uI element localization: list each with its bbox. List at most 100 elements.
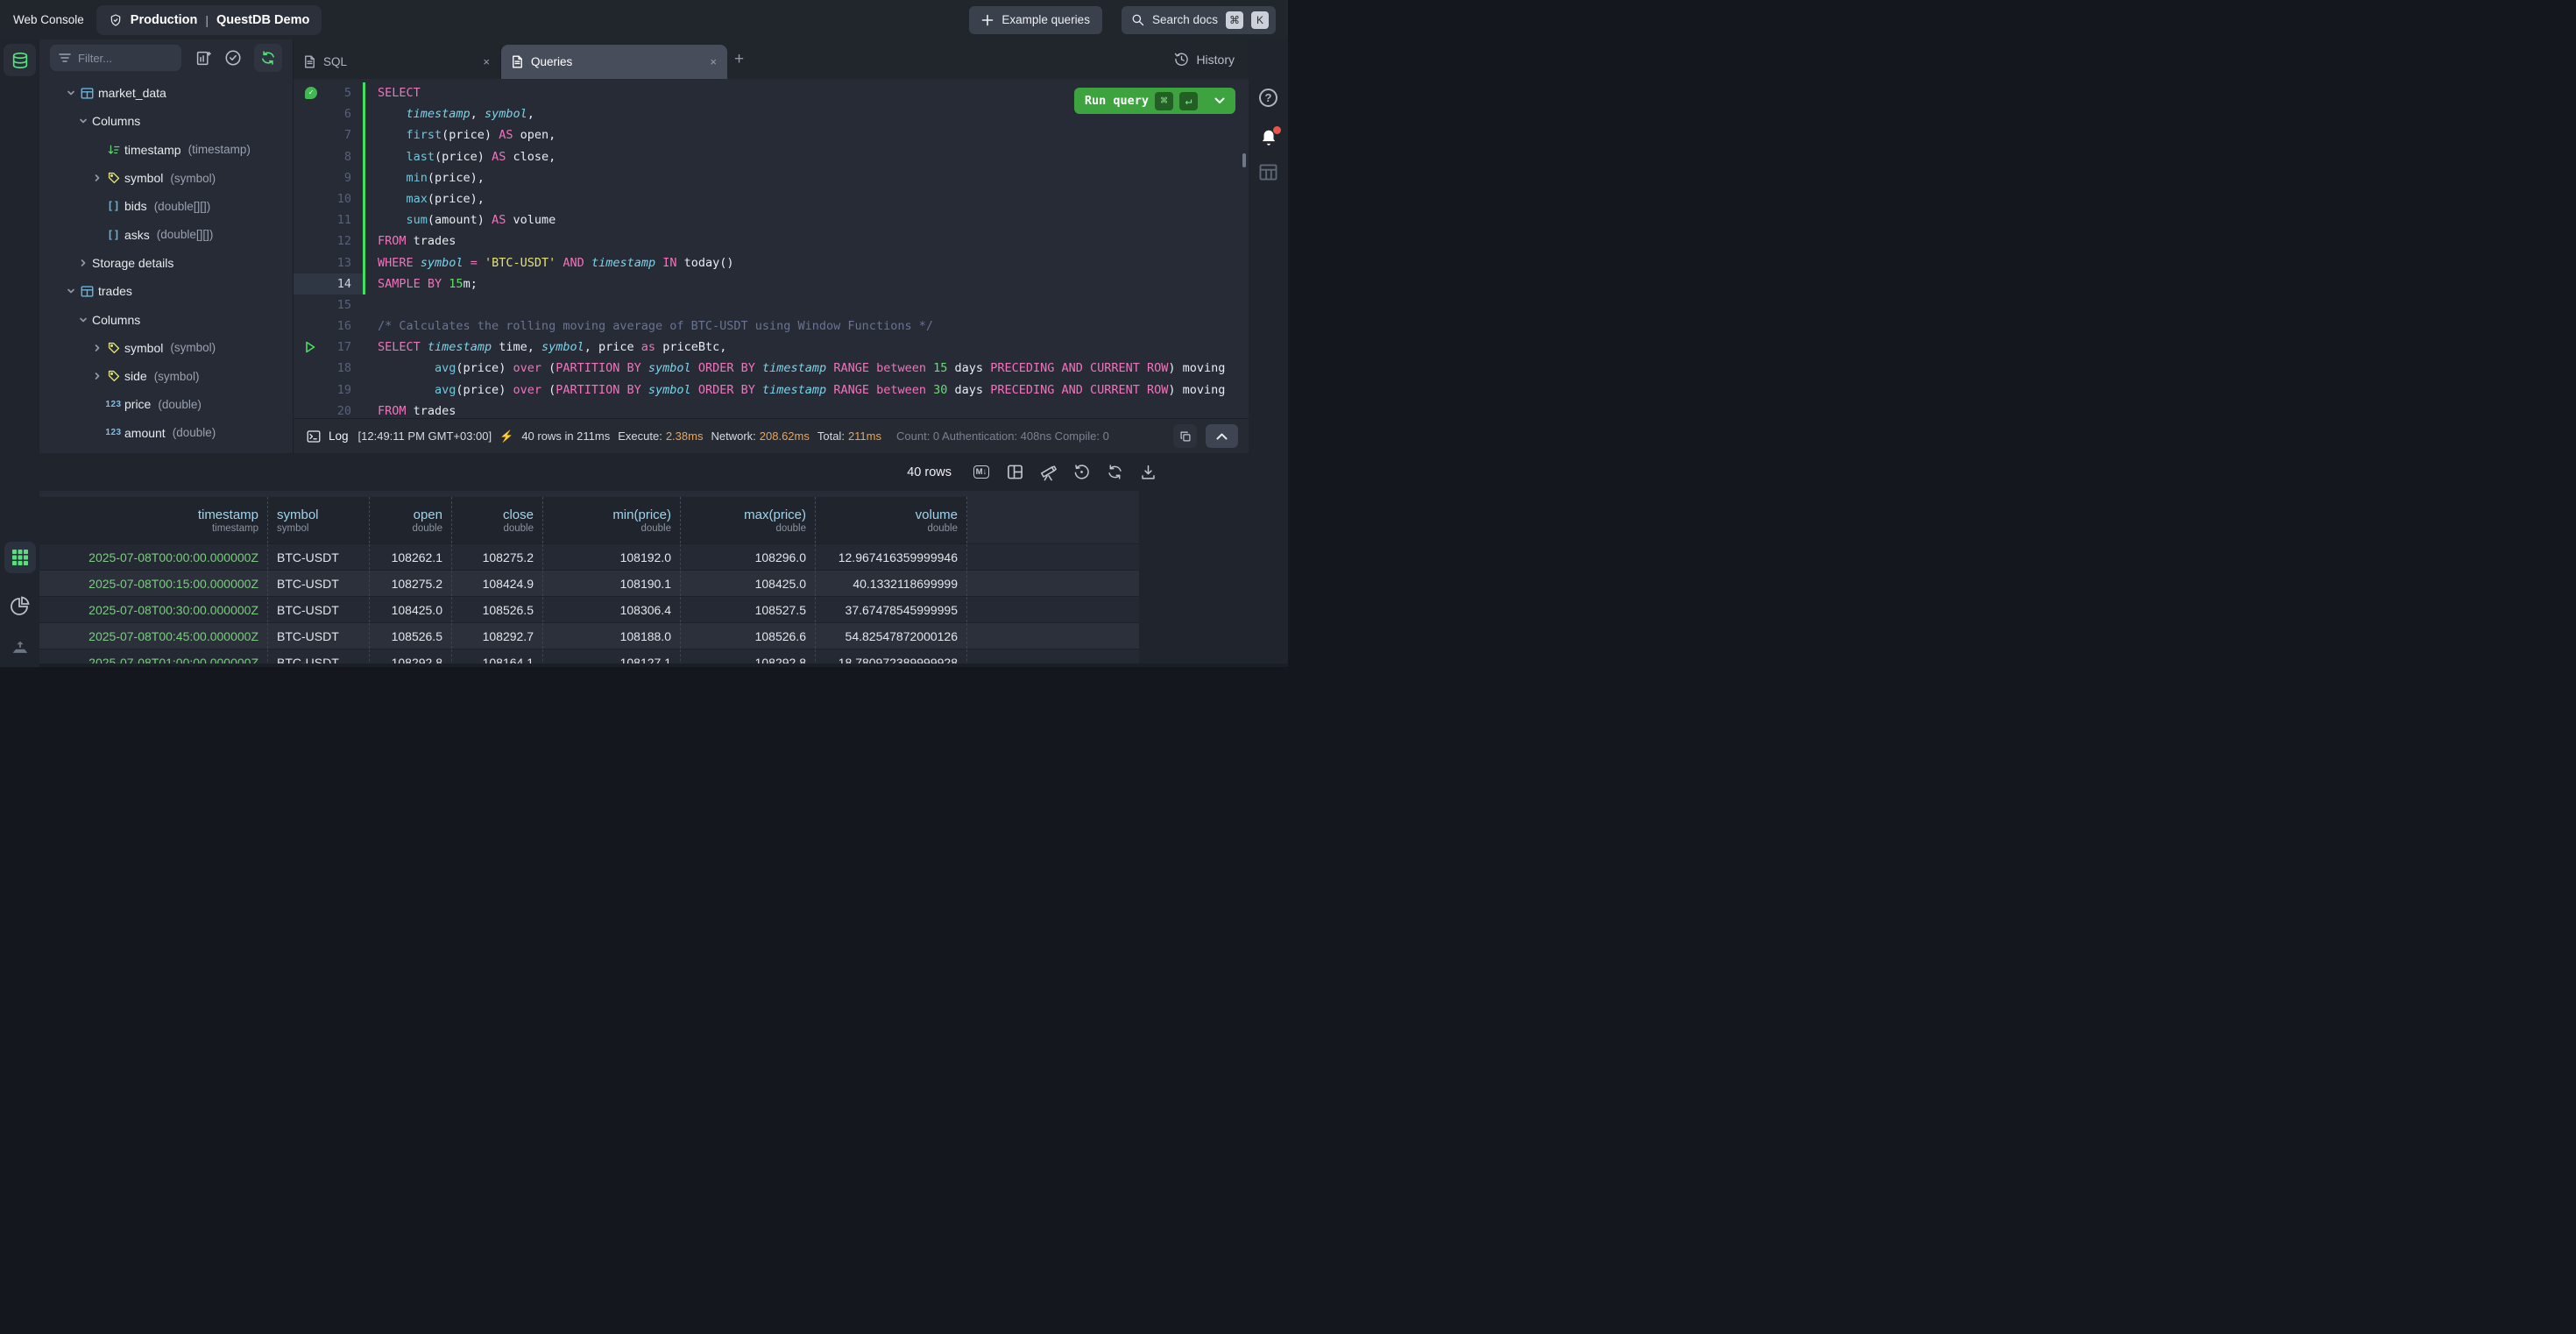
cell-timestamp[interactable]: 2025-07-08T01:00:00.000000Z [39,649,268,663]
refresh-schema-button[interactable] [254,44,282,72]
code-line-11[interactable]: 11 sum(amount) AS volume [294,209,1249,231]
cell-timestamp[interactable]: 2025-07-08T00:45:00.000000Z [39,623,268,649]
cell-close[interactable]: 108424.9 [452,571,543,596]
cell-symbol[interactable]: BTC-USDT [268,649,370,663]
column-header-volume[interactable]: volumedouble [816,497,967,543]
tree-item-amount[interactable]: 123amount(double) [39,419,293,447]
tree-item-trades[interactable]: trades [39,277,293,305]
chevron-down-icon[interactable] [76,117,90,125]
refresh-results-button[interactable] [1104,462,1125,483]
notifications-button[interactable] [1249,128,1288,147]
cell-symbol[interactable]: BTC-USDT [268,571,370,596]
chevron-down-icon[interactable] [64,287,78,295]
cell-volume[interactable]: 18.780972389999928 [816,649,967,663]
cell-volume[interactable]: 40.1332118699999 [816,571,967,596]
import-button[interactable] [0,637,39,656]
column-header-symbol[interactable]: symbolsymbol [268,497,370,543]
cell-open[interactable]: 108425.0 [370,597,452,622]
chevron-right-icon[interactable] [76,259,90,267]
column-header-close[interactable]: closedouble [452,497,543,543]
layout-panel-button[interactable] [1249,164,1288,181]
cell-close[interactable]: 108275.2 [452,544,543,570]
tab-sql[interactable]: SQL× [294,45,501,79]
code-line-20[interactable]: 20FROM trades [294,401,1249,418]
cell-min-price-[interactable]: 108306.4 [543,597,681,622]
cell-volume[interactable]: 37.67478545999995 [816,597,967,622]
cell-symbol[interactable]: BTC-USDT [268,623,370,649]
cell-timestamp[interactable]: 2025-07-08T00:00:00.000000Z [39,544,268,570]
query-success-icon[interactable]: ✓ [305,87,317,99]
tree-item-columns[interactable]: Columns [39,305,293,333]
cell-timestamp[interactable]: 2025-07-08T00:30:00.000000Z [39,597,268,622]
tree-item-storage-details[interactable]: Storage details [39,249,293,277]
chevron-right-icon[interactable] [90,344,104,352]
close-tab-icon[interactable]: × [483,55,490,68]
code-line-18[interactable]: 18 avg(price) over (PARTITION BY symbol … [294,358,1249,379]
cell-open[interactable]: 108292.8 [370,649,452,663]
code-line-13[interactable]: 13WHERE symbol = 'BTC-USDT' AND timestam… [294,252,1249,273]
code-line-19[interactable]: 19 avg(price) over (PARTITION BY symbol … [294,380,1249,401]
cell-min-price-[interactable]: 108127.1 [543,649,681,663]
chevron-down-icon[interactable] [64,89,78,97]
cell-symbol[interactable]: BTC-USDT [268,544,370,570]
cell-min-price-[interactable]: 108192.0 [543,544,681,570]
copy-markdown-button[interactable]: M↓ [971,462,992,483]
tree-item-bids[interactable]: []bids(double[][]) [39,192,293,220]
add-metrics-button[interactable] [195,50,212,67]
table-row[interactable]: 2025-07-08T00:00:00.000000ZBTC-USDT10826… [39,543,1139,570]
copy-log-button[interactable] [1173,424,1197,448]
schema-filter[interactable] [50,45,181,71]
example-queries-button[interactable]: Example queries [969,6,1102,34]
column-header-open[interactable]: opendouble [370,497,452,543]
explore-button[interactable] [1037,462,1058,483]
tree-item-asks[interactable]: []asks(double[][]) [39,220,293,248]
cell-open[interactable]: 108526.5 [370,623,452,649]
grid-horizontal-scrollbar[interactable] [39,663,1288,667]
filter-input[interactable] [78,52,166,65]
code-line-10[interactable]: 10 max(price), [294,188,1249,209]
cell-symbol[interactable]: BTC-USDT [268,597,370,622]
tree-item-price[interactable]: 123price(double) [39,390,293,418]
run-query-button[interactable]: Run query ⌘ ↵ [1074,88,1235,114]
code-line-9[interactable]: 9 min(price), [294,167,1249,188]
column-header-max-price-[interactable]: max(price)double [681,497,816,543]
tree-item-columns[interactable]: Columns [39,107,293,135]
history-button[interactable]: History [1174,52,1235,67]
chart-view-button[interactable] [0,595,39,616]
editor-scrollbar[interactable] [1242,153,1246,167]
cell-max-price-[interactable]: 108527.5 [681,597,816,622]
help-button[interactable]: ? [1249,89,1288,107]
toggle-columns-button[interactable] [1004,462,1025,483]
results-grid[interactable]: timestamptimestampsymbolsymbolopendouble… [39,491,1139,663]
sql-editor[interactable]: Run query ⌘ ↵ 5✓SELECT6 timestamp, symbo… [294,79,1249,418]
column-header-timestamp[interactable]: timestamptimestamp [39,497,268,543]
cell-max-price-[interactable]: 108526.6 [681,623,816,649]
chevron-down-icon[interactable] [1214,97,1225,104]
cell-close[interactable]: 108164.1 [452,649,543,663]
chevron-down-icon[interactable] [76,316,90,324]
cell-max-price-[interactable]: 108296.0 [681,544,816,570]
table-row[interactable]: 2025-07-08T00:15:00.000000ZBTC-USDT10827… [39,570,1139,596]
code-line-12[interactable]: 12FROM trades [294,231,1249,252]
table-row[interactable]: 2025-07-08T01:00:00.000000ZBTC-USDT10829… [39,649,1139,663]
questdb-logo[interactable] [4,44,36,76]
cell-open[interactable]: 108262.1 [370,544,452,570]
cell-volume[interactable]: 12.967416359999946 [816,544,967,570]
cell-close[interactable]: 108292.7 [452,623,543,649]
code-line-17[interactable]: 17SELECT timestamp time, symbol, price a… [294,337,1249,358]
undo-history-button[interactable] [1071,462,1092,483]
tree-item-timestamp[interactable]: timestamp(timestamp) [39,447,293,453]
cell-max-price-[interactable]: 108425.0 [681,571,816,596]
column-header-min-price-[interactable]: min(price)double [543,497,681,543]
table-row[interactable]: 2025-07-08T00:30:00.000000ZBTC-USDT10842… [39,596,1139,622]
add-tab-button[interactable]: + [734,51,744,67]
search-docs-button[interactable]: Search docs ⌘ K [1122,6,1276,34]
table-row[interactable]: 2025-07-08T00:45:00.000000ZBTC-USDT10852… [39,622,1139,649]
grid-view-button[interactable] [0,542,39,573]
cell-close[interactable]: 108526.5 [452,597,543,622]
collapse-log-button[interactable] [1206,424,1238,448]
tree-item-symbol[interactable]: symbol(symbol) [39,164,293,192]
tab-queries[interactable]: Queries× [501,45,727,79]
code-line-14[interactable]: 14SAMPLE BY 15m; [294,273,1249,294]
cell-min-price-[interactable]: 108188.0 [543,623,681,649]
